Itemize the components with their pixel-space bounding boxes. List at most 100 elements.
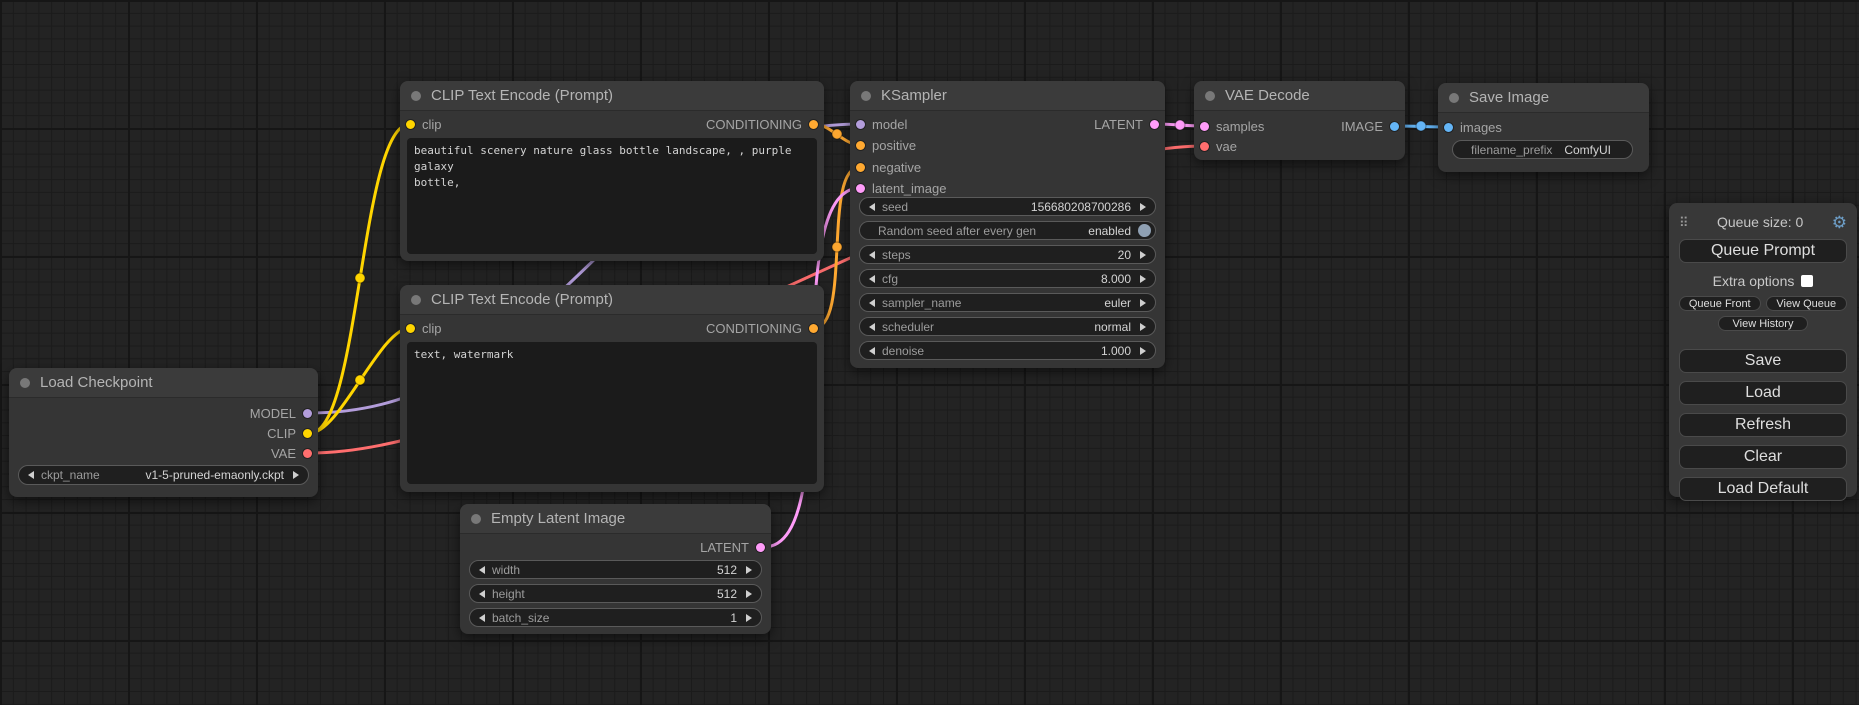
input-slot-clip: clip bbox=[406, 320, 442, 336]
arrow-left-icon[interactable] bbox=[869, 275, 875, 283]
seed-widget[interactable]: seed 156680208700286 bbox=[859, 197, 1156, 216]
steps-widget[interactable]: steps 20 bbox=[859, 245, 1156, 264]
queue-prompt-button[interactable]: Queue Prompt bbox=[1679, 239, 1847, 263]
node-load-checkpoint-header[interactable]: Load Checkpoint bbox=[9, 368, 318, 398]
arrow-left-icon[interactable] bbox=[479, 590, 485, 598]
output-dot-latent[interactable] bbox=[1150, 120, 1159, 129]
collapse-dot[interactable] bbox=[1205, 91, 1215, 101]
output-dot-image[interactable] bbox=[1390, 122, 1399, 131]
node-empty-latent-header[interactable]: Empty Latent Image bbox=[460, 504, 771, 534]
link-dot-latent-samples[interactable] bbox=[1175, 120, 1185, 130]
output-dot-vae[interactable] bbox=[303, 449, 312, 458]
node-clip-text-encode-positive[interactable]: CLIP Text Encode (Prompt) clip CONDITION… bbox=[400, 81, 824, 261]
output-dot-conditioning[interactable] bbox=[809, 120, 818, 129]
link-dot-clip-positive[interactable] bbox=[355, 273, 365, 283]
save-button[interactable]: Save bbox=[1679, 349, 1847, 373]
input-dot-images[interactable] bbox=[1444, 123, 1453, 132]
input-dot-latent-image[interactable] bbox=[856, 184, 865, 193]
arrow-right-icon[interactable] bbox=[1140, 275, 1146, 283]
extra-options-checkbox[interactable] bbox=[1801, 275, 1813, 287]
load-button[interactable]: Load bbox=[1679, 381, 1847, 405]
refresh-button[interactable]: Refresh bbox=[1679, 413, 1847, 437]
input-dot-clip[interactable] bbox=[406, 120, 415, 129]
node-ksampler-header[interactable]: KSampler bbox=[850, 81, 1165, 111]
arrow-right-icon[interactable] bbox=[746, 590, 752, 598]
node-graph-canvas[interactable]: Load Checkpoint MODEL CLIP VAE ckpt_name… bbox=[0, 0, 1859, 705]
arrow-right-icon[interactable] bbox=[1140, 299, 1146, 307]
toggle-circle-icon[interactable] bbox=[1138, 224, 1151, 237]
node-load-checkpoint[interactable]: Load Checkpoint MODEL CLIP VAE ckpt_name… bbox=[9, 368, 318, 497]
node-clip-text-encode-negative[interactable]: CLIP Text Encode (Prompt) clip CONDITION… bbox=[400, 285, 824, 492]
output-label-image: IMAGE bbox=[1341, 119, 1383, 134]
widget-value: 8.000 bbox=[1101, 272, 1131, 286]
input-dot-model[interactable] bbox=[856, 120, 865, 129]
ckpt-name-widget[interactable]: ckpt_name v1-5-pruned-emaonly.ckpt bbox=[18, 465, 309, 485]
node-save-image-header[interactable]: Save Image bbox=[1438, 83, 1649, 113]
sampler-name-widget[interactable]: sampler_name euler bbox=[859, 293, 1156, 312]
collapse-dot[interactable] bbox=[861, 91, 871, 101]
node-clip-positive-header[interactable]: CLIP Text Encode (Prompt) bbox=[400, 81, 824, 111]
arrow-right-icon[interactable] bbox=[746, 566, 752, 574]
arrow-left-icon[interactable] bbox=[869, 347, 875, 355]
link-dot-cond-negative[interactable] bbox=[832, 242, 842, 252]
arrow-left-icon[interactable] bbox=[28, 471, 34, 479]
link-dot-image[interactable] bbox=[1416, 121, 1426, 131]
node-ksampler[interactable]: KSampler model positive negative latent_… bbox=[850, 81, 1165, 368]
input-dot-clip[interactable] bbox=[406, 324, 415, 333]
extra-options-row: Extra options bbox=[1679, 273, 1847, 289]
arrow-right-icon[interactable] bbox=[746, 614, 752, 622]
arrow-left-icon[interactable] bbox=[479, 566, 485, 574]
settings-gear-icon[interactable]: ⚙ bbox=[1832, 214, 1847, 231]
view-history-button[interactable]: View History bbox=[1718, 316, 1808, 331]
collapse-dot[interactable] bbox=[1449, 93, 1459, 103]
queue-front-button[interactable]: Queue Front bbox=[1679, 296, 1761, 311]
arrow-right-icon[interactable] bbox=[1140, 251, 1146, 259]
collapse-dot[interactable] bbox=[20, 378, 30, 388]
collapse-dot[interactable] bbox=[411, 295, 421, 305]
input-dot-positive[interactable] bbox=[856, 141, 865, 150]
arrow-right-icon[interactable] bbox=[1140, 323, 1146, 331]
input-dot-vae[interactable] bbox=[1200, 142, 1209, 151]
width-widget[interactable]: width 512 bbox=[469, 560, 762, 579]
clear-button[interactable]: Clear bbox=[1679, 445, 1847, 469]
arrow-left-icon[interactable] bbox=[869, 323, 875, 331]
node-save-image[interactable]: Save Image images filename_prefix ComfyU… bbox=[1438, 83, 1649, 172]
arrow-right-icon[interactable] bbox=[293, 471, 299, 479]
random-seed-widget[interactable]: Random seed after every gen enabled bbox=[859, 221, 1156, 240]
output-dot-conditioning[interactable] bbox=[809, 324, 818, 333]
filename-prefix-widget[interactable]: filename_prefix ComfyUI bbox=[1452, 140, 1633, 159]
input-dot-samples[interactable] bbox=[1200, 122, 1209, 131]
node-title: Empty Latent Image bbox=[491, 510, 625, 527]
drag-handle-icon[interactable]: ⠿ bbox=[1679, 216, 1689, 229]
batch-size-widget[interactable]: batch_size 1 bbox=[469, 608, 762, 627]
output-dot-clip[interactable] bbox=[303, 429, 312, 438]
collapse-dot[interactable] bbox=[411, 91, 421, 101]
input-dot-negative[interactable] bbox=[856, 163, 865, 172]
link-dot-clip-negative[interactable] bbox=[355, 375, 365, 385]
widget-label: Random seed after every gen bbox=[878, 224, 1036, 238]
link-dot-cond-positive[interactable] bbox=[832, 129, 842, 139]
arrow-left-icon[interactable] bbox=[479, 614, 485, 622]
view-queue-button[interactable]: View Queue bbox=[1766, 296, 1848, 311]
arrow-right-icon[interactable] bbox=[1140, 203, 1146, 211]
denoise-widget[interactable]: denoise 1.000 bbox=[859, 341, 1156, 360]
output-slot-vae: VAE bbox=[271, 445, 312, 461]
node-vae-decode-header[interactable]: VAE Decode bbox=[1194, 81, 1405, 111]
output-dot-latent[interactable] bbox=[756, 543, 765, 552]
load-default-button[interactable]: Load Default bbox=[1679, 477, 1847, 501]
output-dot-model[interactable] bbox=[303, 409, 312, 418]
arrow-left-icon[interactable] bbox=[869, 203, 875, 211]
positive-prompt-textarea[interactable]: beautiful scenery nature glass bottle la… bbox=[407, 138, 817, 254]
collapse-dot[interactable] bbox=[471, 514, 481, 524]
node-clip-negative-header[interactable]: CLIP Text Encode (Prompt) bbox=[400, 285, 824, 315]
negative-prompt-textarea[interactable]: text, watermark bbox=[407, 342, 817, 484]
node-vae-decode[interactable]: VAE Decode samples vae IMAGE bbox=[1194, 81, 1405, 160]
height-widget[interactable]: height 512 bbox=[469, 584, 762, 603]
arrow-left-icon[interactable] bbox=[869, 299, 875, 307]
input-slot-model: model bbox=[856, 116, 907, 132]
arrow-right-icon[interactable] bbox=[1140, 347, 1146, 355]
arrow-left-icon[interactable] bbox=[869, 251, 875, 259]
cfg-widget[interactable]: cfg 8.000 bbox=[859, 269, 1156, 288]
scheduler-widget[interactable]: scheduler normal bbox=[859, 317, 1156, 336]
node-empty-latent-image[interactable]: Empty Latent Image LATENT width 512 heig… bbox=[460, 504, 771, 634]
